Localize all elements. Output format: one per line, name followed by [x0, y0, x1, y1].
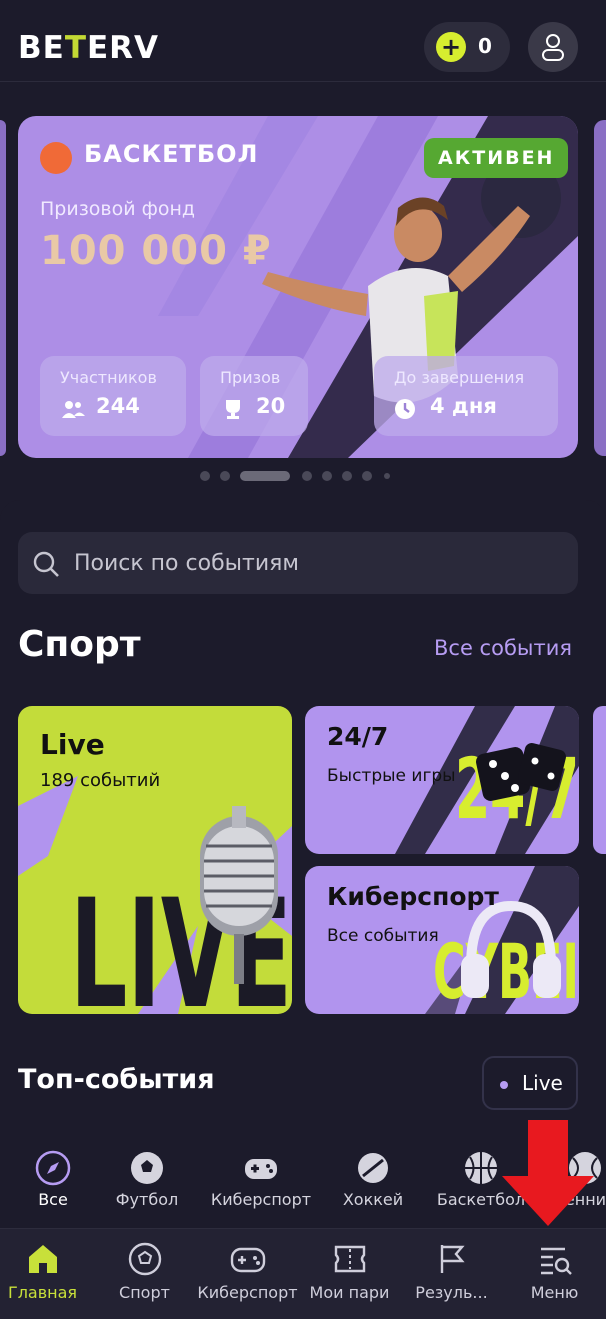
live-filter-button[interactable]: Live — [482, 1056, 578, 1110]
category-hockey[interactable]: Хоккей — [318, 1150, 428, 1212]
bottom-navigation: Главная Спорт Киберспорт Мои пари Резуль… — [0, 1228, 606, 1319]
tile-esports-title: Киберспорт — [327, 882, 499, 911]
prize-fund-label: Призовой фонд — [40, 198, 196, 220]
brand-logo[interactable]: BETERV — [18, 30, 159, 66]
gamepad-icon — [245, 1159, 277, 1179]
tile-fast-games[interactable]: 24/7 24/7 Быстрые игры — [305, 706, 579, 854]
flag-icon — [440, 1245, 465, 1273]
banner-sport: БАСКЕТБОЛ — [84, 140, 259, 168]
carousel-dot-current[interactable] — [240, 471, 290, 481]
tile-live-subtitle: 189 событий — [40, 770, 161, 791]
carousel-dot[interactable] — [384, 473, 390, 479]
nav-results[interactable]: Резуль... — [401, 1229, 502, 1319]
nav-menu[interactable]: Меню — [504, 1229, 605, 1319]
tile-live-title: Live — [40, 728, 105, 761]
search-icon — [33, 551, 59, 577]
category-esports[interactable]: Киберспорт — [206, 1150, 316, 1212]
hockey-puck-icon — [358, 1153, 388, 1183]
carousel-dot[interactable] — [302, 471, 312, 481]
section-title-sport: Спорт — [18, 624, 141, 665]
profile-button[interactable] — [528, 22, 578, 72]
category-football[interactable]: Футбол — [92, 1150, 202, 1212]
users-icon — [62, 401, 85, 418]
search-input[interactable] — [74, 544, 554, 582]
basketball-icon — [465, 1152, 497, 1184]
carousel-dot[interactable] — [322, 471, 332, 481]
banner-next-peek[interactable] — [594, 120, 606, 456]
tile-esports-subtitle: Все события — [327, 926, 439, 946]
nav-esports[interactable]: Киберспорт — [197, 1229, 298, 1319]
nav-sport[interactable]: Спорт — [94, 1229, 195, 1319]
ticket-icon — [334, 1245, 366, 1273]
tile-esports[interactable]: CYBEI Киберспорт Все события — [305, 866, 579, 1014]
tile-next-peek[interactable] — [593, 706, 606, 854]
stat-prizes: Призов 20 — [200, 356, 308, 436]
tile-fast-title: 24/7 — [327, 722, 389, 751]
soccer-ball-icon — [128, 1242, 162, 1276]
nav-home[interactable]: Главная — [0, 1229, 93, 1319]
gamepad-icon — [230, 1247, 266, 1273]
tournament-banner[interactable]: БАСКЕТБОЛ АКТИВЕН Призовой фонд 100 000 … — [18, 116, 578, 458]
menu-search-icon — [541, 1247, 572, 1275]
app-screen: BETERV + 0 БАСКЕТБОЛ АКТИВЕН Призовой фо… — [0, 0, 606, 1319]
app-header: BETERV + 0 — [0, 0, 606, 82]
prize-fund-value: 100 000 ₽ — [40, 228, 272, 274]
status-badge: АКТИВЕН — [424, 138, 569, 178]
soccer-ball-icon — [131, 1152, 163, 1184]
home-icon — [29, 1245, 57, 1273]
tile-fast-subtitle: Быстрые игры — [327, 766, 456, 786]
basketball-icon — [40, 142, 72, 174]
trophy-icon — [226, 400, 240, 419]
compass-icon — [35, 1150, 71, 1186]
plus-icon: + — [436, 32, 466, 62]
stat-participants: Участников 244 — [40, 356, 186, 436]
clock-icon — [395, 399, 415, 419]
annotation-arrow — [502, 1120, 594, 1226]
live-dot-icon — [500, 1081, 508, 1089]
balance-amount: 0 — [478, 34, 492, 58]
carousel-dot[interactable] — [342, 471, 352, 481]
carousel-dot[interactable] — [220, 471, 230, 481]
banner-prev-peek[interactable] — [0, 120, 6, 456]
carousel-dot[interactable] — [362, 471, 372, 481]
section-title-top-events: Топ-события — [18, 1064, 215, 1095]
all-events-link[interactable]: Все события — [434, 636, 572, 660]
carousel-dot[interactable] — [200, 471, 210, 481]
balance-button[interactable]: + 0 — [424, 22, 510, 72]
user-icon — [542, 34, 564, 61]
nav-my-bets[interactable]: Мои пари — [299, 1229, 400, 1319]
tile-live[interactable]: LIVE Live 189 событий — [18, 706, 292, 1014]
search-bar[interactable] — [18, 532, 578, 594]
stat-time-left: До завершения 4 дня — [374, 356, 558, 436]
